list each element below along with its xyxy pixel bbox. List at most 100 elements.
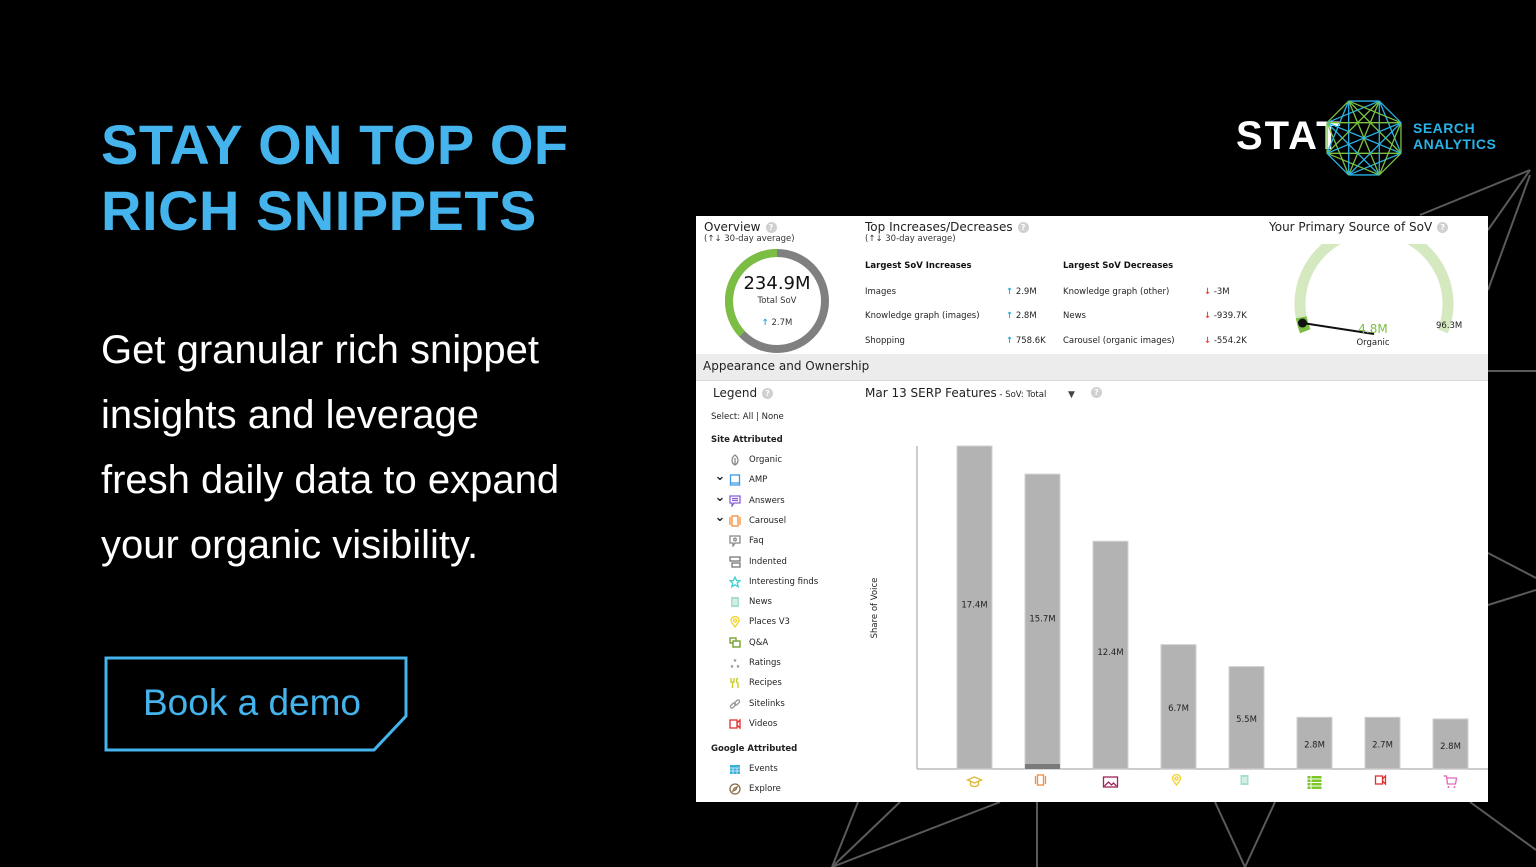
chevron-down-icon[interactable]: ⌄	[714, 470, 726, 483]
top-changes-title-text: Top Increases/Decreases	[865, 220, 1013, 234]
total-sov-change: ↑ 2.7M	[761, 318, 793, 328]
legend-item[interactable]: Interesting finds	[714, 574, 818, 590]
chart-title-text: Mar 13 SERP Features	[865, 386, 997, 400]
help-icon[interactable]: ?	[765, 222, 777, 233]
decreases-header: Largest SoV Decreases	[1063, 261, 1174, 271]
legend-item[interactable]: News	[714, 594, 772, 610]
legend-item[interactable]: Explore	[714, 781, 781, 797]
book-demo-button[interactable]: Book a demo	[104, 656, 408, 752]
legend-item[interactable]: Organic	[714, 452, 782, 468]
appearance-ownership-title: Appearance and Ownership	[703, 359, 870, 373]
legend-item[interactable]: ⌄ Carousel	[714, 511, 786, 529]
legend-item[interactable]: Sitelinks	[714, 696, 785, 712]
headline: STAY ON TOP OF RICH SNIPPETS	[101, 112, 569, 244]
compass-icon	[728, 782, 742, 796]
legend-item-label: Q&A	[749, 637, 769, 648]
subcopy-line: insights and leverage	[101, 393, 480, 437]
recipes-icon	[728, 676, 742, 690]
logo-line	[1326, 122, 1380, 176]
increase-value: ↑ 758.6K	[1006, 336, 1046, 346]
increase-value: ↑ 2.8M	[1006, 311, 1037, 321]
legend-item-label: AMP	[749, 475, 768, 486]
legend-item-label: Videos	[749, 718, 778, 729]
legend-title-text: Legend	[713, 386, 758, 400]
legend-item[interactable]: Events	[714, 761, 778, 777]
chart-metric-select[interactable]: - SoV: Total	[997, 390, 1046, 400]
indented-icon	[728, 555, 742, 569]
select-all-none[interactable]: Select: All | None	[711, 412, 784, 422]
metric-dropdown-caret-icon[interactable]: ▼	[1068, 390, 1075, 400]
stat-logo: STAT SEARCH ANALYTICS	[1236, 96, 1496, 180]
cart-icon	[1443, 775, 1458, 788]
legend-item-label: Faq	[749, 536, 764, 547]
help-icon[interactable]: ?	[1017, 222, 1029, 233]
logo-line	[1378, 152, 1402, 176]
legend-item[interactable]: Videos	[714, 716, 777, 732]
primary-source-title: Your Primary Source of SoV?	[1269, 220, 1449, 234]
help-icon[interactable]: ?	[1437, 222, 1449, 233]
video-icon	[1374, 774, 1387, 786]
news-icon	[728, 595, 742, 609]
graduation-cap-icon	[965, 776, 984, 788]
logo-line	[1348, 122, 1402, 176]
primary-source-value: 4.8M	[1358, 322, 1388, 336]
star-icon	[728, 575, 742, 589]
legend-item-label: Organic	[749, 455, 783, 465]
headline-line: STAY ON TOP OF	[101, 113, 569, 176]
help-icon[interactable]: ?	[762, 388, 774, 399]
headline-line: RICH SNIPPETS	[101, 179, 537, 242]
carousel-icon	[1034, 774, 1047, 786]
bar-value-label: 12.4M	[1097, 648, 1123, 658]
bar-value-label: 2.7M	[1372, 740, 1393, 750]
primary-source-label: Organic	[1356, 338, 1390, 348]
subcopy-line: fresh daily data to expand	[101, 458, 560, 502]
legend-item[interactable]: Places V3	[714, 614, 790, 630]
legend-item[interactable]: ⌄ AMP	[714, 470, 768, 488]
legend-item[interactable]: Recipes	[714, 675, 782, 691]
legend-item-label: Ratings	[749, 658, 781, 668]
map-pin-icon	[1171, 773, 1182, 787]
logo-tagline-line: ANALYTICS	[1413, 136, 1497, 152]
increase-name: Knowledge graph (images)	[865, 311, 980, 321]
logo-line	[1326, 100, 1350, 124]
overview-note: (↑↓ 30-day average)	[704, 234, 795, 244]
legend-item[interactable]: ★ ★ ★ Ratings	[714, 655, 781, 671]
map-pin-icon	[728, 615, 742, 629]
total-sov-label: Total SoV	[757, 296, 797, 306]
bar-value-label: 2.8M	[1304, 740, 1325, 750]
legend-item[interactable]: Q&A	[714, 635, 768, 651]
appearance-ownership-header: Appearance and Ownership	[696, 354, 1488, 381]
qa-icon	[728, 636, 742, 650]
logo-line	[1378, 100, 1402, 124]
chevron-down-icon[interactable]: ⌄	[714, 511, 726, 524]
legend-item-label: Places V3	[749, 617, 790, 628]
decrease-value: ↓ -3M	[1204, 287, 1230, 297]
leaf-icon	[728, 453, 742, 467]
svg-text:★: ★	[736, 664, 741, 669]
primary-source-title-text: Your Primary Source of SoV	[1269, 220, 1433, 234]
increases-header: Largest SoV Increases	[865, 261, 972, 271]
legend-item[interactable]: ⌄ Answers	[714, 491, 785, 509]
logo-line	[1326, 152, 1350, 176]
carousel-icon	[728, 514, 742, 528]
video-icon	[728, 717, 742, 731]
legend-item-label: Events	[749, 764, 778, 774]
bar-value-label: 15.7M	[1029, 615, 1055, 625]
logo-tagline-line: SEARCH	[1413, 120, 1476, 136]
legend-item-label: Recipes	[749, 678, 782, 689]
top-changes-title: Top Increases/Decreases?	[865, 220, 1029, 234]
logo-line	[1348, 100, 1402, 154]
chevron-down-icon[interactable]: ⌄	[714, 491, 726, 504]
legend-item[interactable]: Faq	[714, 533, 764, 549]
increase-value: ↑ 2.9M	[1006, 287, 1037, 297]
serp-features-bar-chart: Share of Voice 17.4M 15.7M 12.4M 6.7M 5.5M 2.…	[870, 445, 1488, 789]
bar-value-label: 17.4M	[961, 601, 987, 611]
overview-title: Overview?	[704, 220, 777, 234]
answers-icon	[728, 494, 742, 508]
octagon-logo-icon	[1326, 100, 1402, 176]
faq-icon	[728, 534, 742, 548]
help-icon[interactable]: ?	[1091, 387, 1102, 398]
legend-item[interactable]: Indented	[714, 554, 787, 570]
subcopy: Get granular rich snippet insights and l…	[101, 318, 621, 578]
decrease-name: Knowledge graph (other)	[1063, 287, 1170, 297]
